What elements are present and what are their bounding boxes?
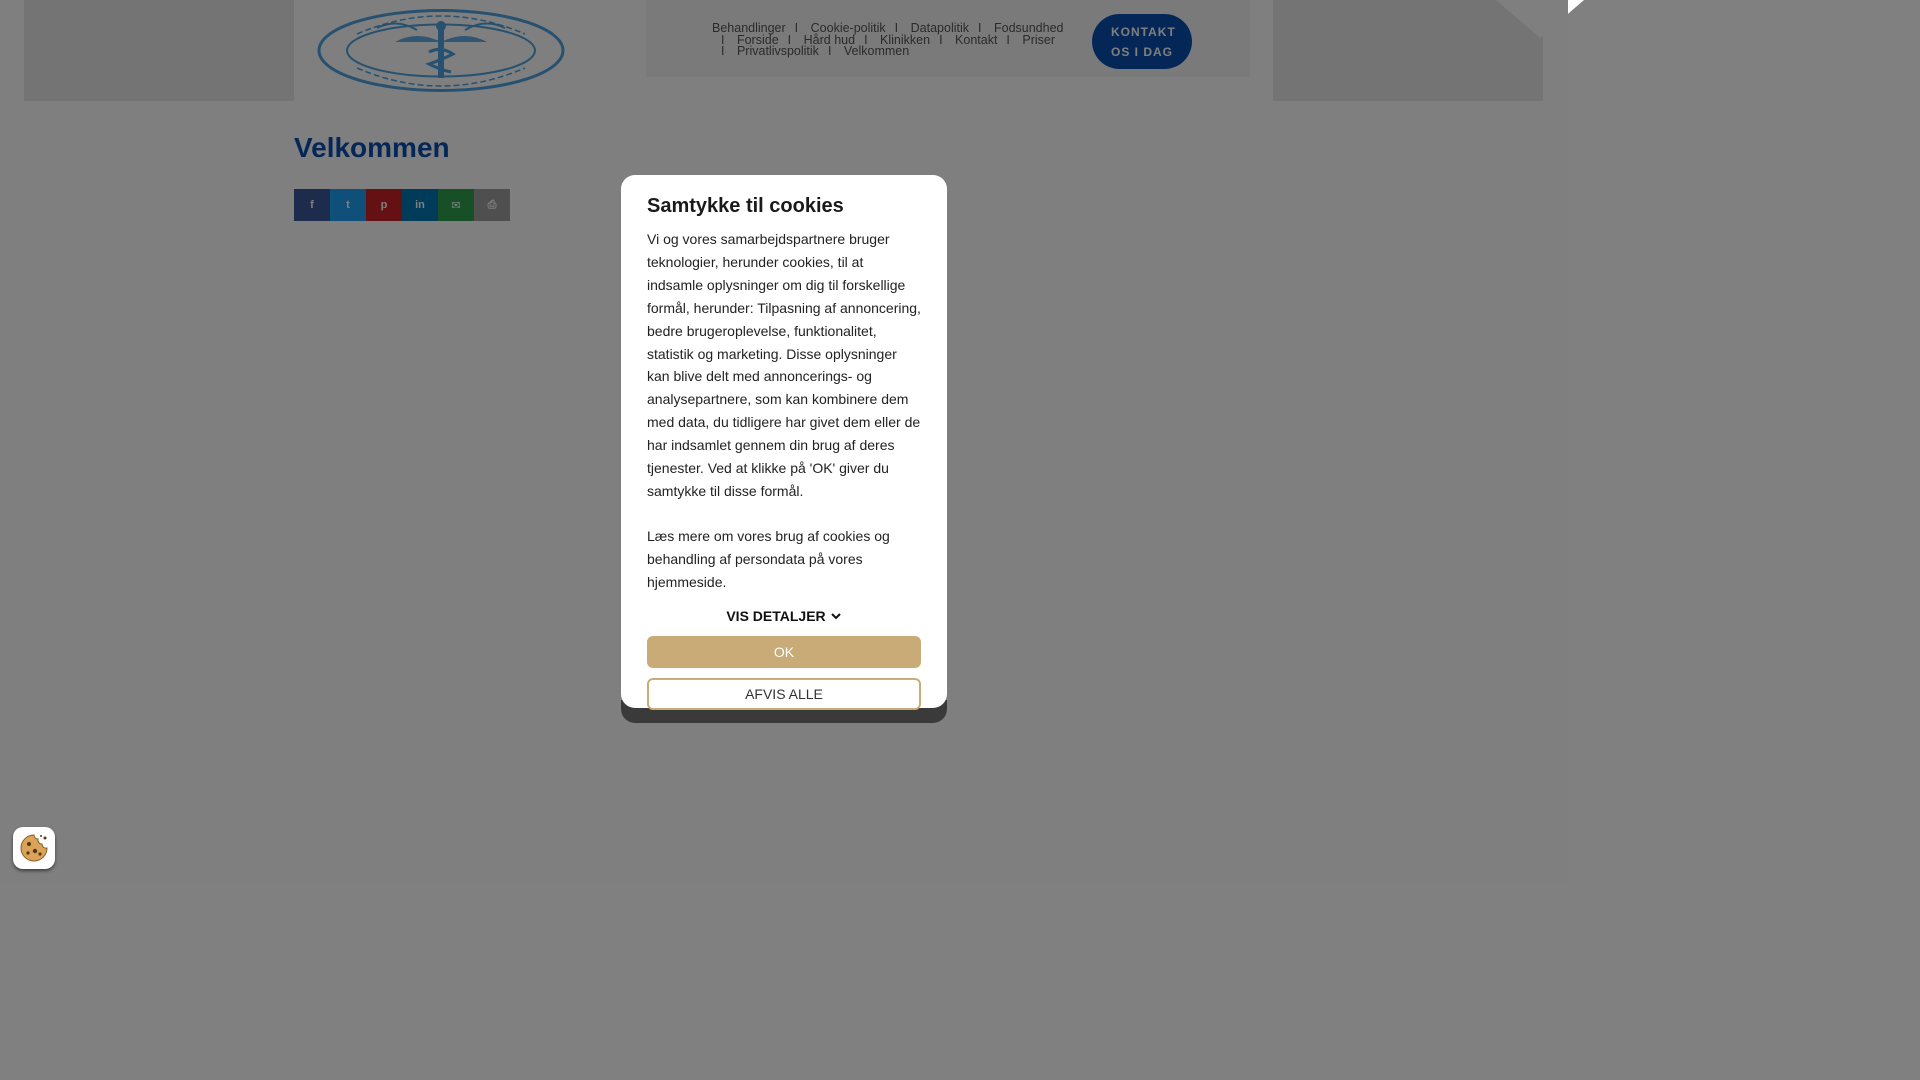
show-details-label: VIS DETALJER — [726, 607, 826, 624]
cookie-icon — [20, 834, 48, 862]
reject-all-button[interactable]: AFVIS ALLE — [647, 677, 921, 710]
cookie-dialog-policy-text: Læs mere om vores brug af cookies og beh… — [647, 527, 890, 590]
cookie-settings-button[interactable] — [13, 827, 55, 869]
show-details-toggle[interactable]: VIS DETALJER — [647, 608, 921, 624]
chevron-down-icon — [830, 612, 841, 620]
cookie-dialog-body: Vi og vores samarbejdspartnere bruger te… — [647, 231, 921, 499]
ok-button[interactable]: OK — [647, 635, 921, 668]
cookie-consent-dialog: Samtykke til cookies Vi og vores samarbe… — [621, 175, 947, 710]
cookie-dialog-title: Samtykke til cookies — [647, 195, 844, 217]
